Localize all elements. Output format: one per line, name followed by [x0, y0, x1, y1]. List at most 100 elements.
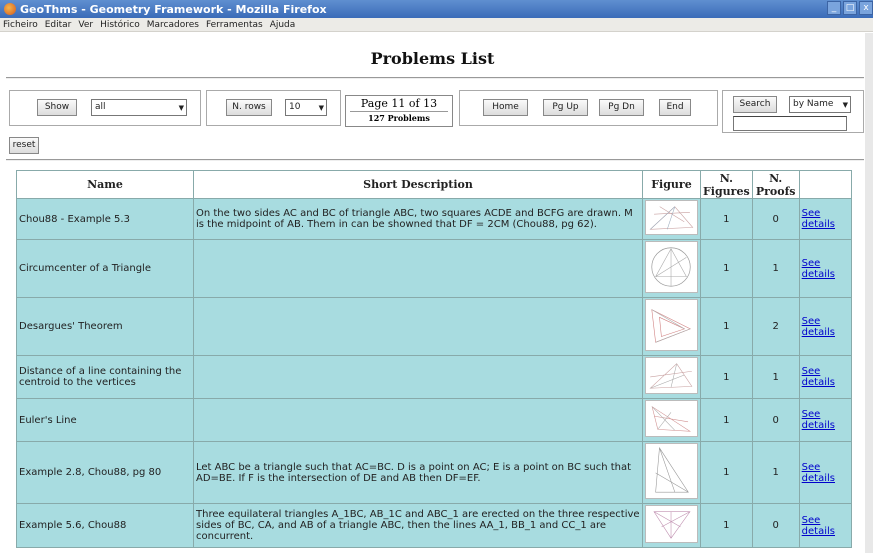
problem-name: Distance of a line containing the centro…: [16, 355, 194, 399]
figure-thumbnail[interactable]: [642, 503, 701, 548]
see-details-link[interactable]: See details: [798, 441, 852, 504]
figure-thumbnail[interactable]: [642, 398, 701, 442]
window-title: GeoThms - Geometry Framework - Mozilla F…: [20, 2, 327, 16]
page-down-button[interactable]: Pg Dn: [599, 99, 644, 116]
see-details-link[interactable]: See details: [798, 297, 852, 356]
search-mode-value: by Name: [793, 99, 834, 109]
menu-edit[interactable]: Editar: [45, 20, 72, 30]
window-titlebar: GeoThms - Geometry Framework - Mozilla F…: [0, 0, 873, 18]
minimize-button[interactable]: _: [827, 1, 841, 15]
see-details-line2: details: [801, 268, 835, 280]
header-description: Short Description: [193, 170, 643, 199]
header-details: [798, 170, 852, 199]
num-figures: 1: [700, 398, 753, 442]
see-details-line1: See: [801, 409, 821, 420]
vertical-scrollbar[interactable]: [865, 33, 873, 553]
num-proofs: 0: [751, 398, 800, 442]
show-button[interactable]: Show: [37, 99, 77, 116]
num-figures: 1: [700, 441, 753, 504]
figure-thumbnail[interactable]: [642, 198, 701, 240]
geometry-figure-image: [645, 443, 698, 499]
menu-file[interactable]: Ficheiro: [3, 20, 38, 30]
close-button[interactable]: x: [859, 1, 873, 15]
page-content: Problems List Show all ▼ N. rows 10 ▼ Pa…: [0, 33, 873, 553]
num-proofs: 1: [751, 239, 800, 298]
menu-bookmarks[interactable]: Marcadores: [147, 20, 199, 30]
see-details-line1: See: [801, 315, 821, 327]
table-row: Circumcenter of a Triangle 1 1 See detai…: [16, 239, 852, 298]
problem-name: Example 2.8, Chou88, pg 80: [16, 441, 194, 504]
header-figure: Figure: [642, 170, 701, 199]
see-details-line1: See: [801, 514, 821, 526]
geometry-figure-image: [645, 299, 698, 351]
nrows-button[interactable]: N. rows: [226, 99, 272, 116]
maximize-button[interactable]: □: [843, 1, 857, 15]
firefox-icon: [4, 3, 16, 15]
problem-description: [193, 355, 643, 399]
see-details-line1: See: [801, 461, 821, 473]
page-up-button[interactable]: Pg Up: [543, 99, 588, 116]
num-proofs: 2: [751, 297, 800, 356]
search-input[interactable]: [733, 116, 847, 131]
num-proofs: 0: [751, 198, 800, 240]
geometry-figure-image: [645, 241, 698, 293]
figure-thumbnail[interactable]: [642, 297, 701, 356]
figure-thumbnail[interactable]: [642, 239, 701, 298]
search-button[interactable]: Search: [733, 96, 777, 113]
see-details-line2: details: [801, 219, 835, 230]
table-row: Desargues' Theorem 1 2 See details: [16, 297, 852, 356]
problem-description: Let ABC be a triangle such that AC=BC. D…: [193, 441, 643, 504]
problem-name: Circumcenter of a Triangle: [16, 239, 194, 298]
see-details-link[interactable]: See details: [798, 355, 852, 399]
header-num-figures: N. Figures: [700, 170, 753, 199]
num-figures: 1: [700, 239, 753, 298]
num-figures: 1: [700, 198, 753, 240]
search-mode-select[interactable]: by Name ▼: [789, 96, 851, 113]
figure-thumbnail[interactable]: [642, 441, 701, 504]
table-row: Example 2.8, Chou88, pg 80 Let ABC be a …: [16, 441, 852, 504]
problem-description: [193, 297, 643, 356]
see-details-line1: See: [801, 366, 821, 377]
num-proofs: 1: [751, 441, 800, 504]
see-details-link[interactable]: See details: [798, 503, 852, 548]
menu-help[interactable]: Ajuda: [270, 20, 296, 30]
figure-thumbnail[interactable]: [642, 355, 701, 399]
geometry-figure-image: [645, 400, 698, 437]
header-num-figures-line1: N.: [719, 171, 733, 185]
problem-name: Example 5.6, Chou88: [16, 503, 194, 548]
show-group: Show all ▼: [9, 90, 201, 126]
chevron-down-icon: ▼: [318, 104, 324, 112]
nrows-group: N. rows 10 ▼: [206, 90, 341, 126]
problem-description: [193, 239, 643, 298]
table-row: Example 5.6, Chou88 Three equilateral tr…: [16, 503, 852, 548]
num-figures: 1: [700, 503, 753, 548]
table-row: Distance of a line containing the centro…: [16, 355, 852, 399]
end-button[interactable]: End: [659, 99, 691, 116]
nrows-select[interactable]: 10 ▼: [285, 99, 327, 116]
num-proofs: 0: [751, 503, 800, 548]
problem-name: Desargues' Theorem: [16, 297, 194, 356]
menu-view[interactable]: Ver: [78, 20, 93, 30]
see-details-line1: See: [801, 208, 821, 219]
divider: [6, 77, 864, 79]
home-button[interactable]: Home: [483, 99, 528, 116]
see-details-link[interactable]: See details: [798, 198, 852, 240]
see-details-link[interactable]: See details: [798, 239, 852, 298]
problem-description: [193, 398, 643, 442]
menu-tools[interactable]: Ferramentas: [206, 20, 263, 30]
nrows-select-value: 10: [289, 102, 301, 112]
see-details-link[interactable]: See details: [798, 398, 852, 442]
header-num-proofs: N. Proofs: [751, 170, 800, 199]
header-num-proofs-line2: Proofs: [755, 184, 796, 198]
see-details-line2: details: [801, 326, 835, 338]
see-details-line2: details: [801, 525, 835, 537]
problems-table: Name Short Description Figure N. Figures…: [16, 170, 852, 548]
problem-count: 127 Problems: [350, 111, 448, 123]
show-select[interactable]: all ▼: [91, 99, 187, 116]
search-group: Search by Name ▼: [722, 90, 864, 133]
reset-button[interactable]: reset: [9, 137, 39, 154]
show-select-value: all: [95, 102, 106, 112]
menu-history[interactable]: Histórico: [100, 20, 140, 30]
problem-name: Euler's Line: [16, 398, 194, 442]
num-figures: 1: [700, 297, 753, 356]
